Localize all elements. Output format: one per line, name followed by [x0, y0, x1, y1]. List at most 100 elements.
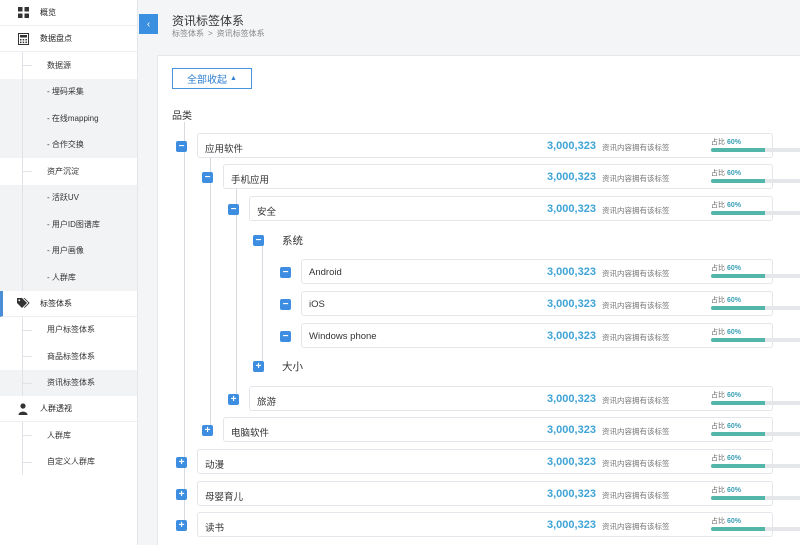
- tag-percent: 占比 60%: [711, 516, 741, 526]
- calculator-icon: [16, 32, 30, 46]
- tag-tree-card: 全部收起 ▲ 品类 − 应用软件 3,000,323 资讯内容拥有该标签 占比 60% − 手…: [157, 55, 800, 545]
- sidebar-item-crowd-sub[interactable]: - 人群库: [0, 264, 137, 291]
- collapse-all-label: 全部收起: [187, 75, 228, 86]
- sidebar-label: - 用户画像: [47, 246, 84, 256]
- sidebar-item-custom-crowd[interactable]: 自定义人群库: [0, 448, 137, 475]
- plus-icon[interactable]: +: [176, 489, 187, 500]
- percent-value: 60%: [726, 139, 741, 146]
- minus-icon[interactable]: −: [280, 267, 291, 278]
- sidebar-label: 人群库: [47, 430, 71, 440]
- sidebar: 概览 数据盘点 数据源 - 埋码采集 - 在线mapping - 合作交换 资产…: [0, 0, 138, 545]
- sidebar-item-cooperation[interactable]: - 合作交换: [0, 131, 137, 158]
- sidebar-label: 概览: [40, 8, 56, 17]
- tag-name: 应用软件: [205, 144, 244, 155]
- minus-icon[interactable]: −: [228, 204, 239, 215]
- plus-icon[interactable]: +: [202, 425, 213, 436]
- tags-icon: [16, 296, 30, 310]
- sidebar-item-online-mapping[interactable]: - 在线mapping: [0, 105, 137, 132]
- percent-value: 60%: [726, 170, 741, 177]
- tag-name: 系统: [282, 235, 303, 247]
- sidebar-item-data-inventory[interactable]: 数据盘点: [0, 26, 137, 52]
- tag-percent: 占比 60%: [711, 137, 741, 147]
- percent-prefix: 占比: [711, 329, 725, 336]
- sidebar-item-asset[interactable]: 资产沉淀: [0, 158, 137, 185]
- tag-row[interactable]: + 母婴育儿 3,000,323 资讯内容拥有该标签 占比 60%: [176, 481, 800, 506]
- sidebar-item-info-tag[interactable]: 资讯标签体系: [0, 369, 137, 396]
- back-button[interactable]: ‹: [139, 14, 158, 34]
- percent-bar-fill: [711, 496, 765, 500]
- percent-bar-fill: [711, 432, 765, 436]
- tag-name: Android: [309, 267, 342, 278]
- sidebar-item-user-tag[interactable]: 用户标签体系: [0, 316, 137, 343]
- percent-value: 60%: [726, 455, 741, 462]
- sidebar-item-tag-system[interactable]: 标签体系: [0, 290, 137, 317]
- tag-row[interactable]: + 动漫 3,000,323 资讯内容拥有该标签 占比 60%: [176, 449, 800, 474]
- percent-prefix: 占比: [711, 392, 725, 399]
- tag-count-label: 资讯内容拥有该标签: [602, 427, 670, 436]
- sidebar-label: 用户标签体系: [47, 325, 95, 335]
- tag-percent: 占比 60%: [711, 453, 741, 463]
- tag-row[interactable]: − 应用软件 3,000,323 资讯内容拥有该标签 占比 60%: [176, 133, 800, 158]
- percent-bar: [711, 338, 800, 342]
- percent-bar-fill: [711, 179, 765, 183]
- tag-row[interactable]: − Android 3,000,323 资讯内容拥有该标签 占比 60%: [280, 259, 800, 284]
- tag-row[interactable]: + 旅游 3,000,323 资讯内容拥有该标签 占比 60%: [228, 386, 800, 411]
- tag-row[interactable]: − Windows phone 3,000,323 资讯内容拥有该标签 占比 60%: [280, 323, 800, 348]
- percent-prefix: 占比: [711, 455, 725, 462]
- percent-prefix: 占比: [711, 265, 725, 272]
- percent-value: 60%: [726, 518, 741, 525]
- percent-bar-fill: [711, 148, 765, 152]
- sidebar-item-data-source[interactable]: 数据源: [0, 52, 137, 79]
- tag-row[interactable]: − iOS 3,000,323 资讯内容拥有该标签 占比 60%: [280, 291, 800, 316]
- tag-name: 动漫: [205, 460, 225, 471]
- minus-icon[interactable]: −: [176, 141, 187, 152]
- plus-icon[interactable]: +: [253, 361, 264, 372]
- sidebar-item-code-collect[interactable]: - 埋码采集: [0, 78, 137, 105]
- percent-prefix: 占比: [711, 487, 725, 494]
- sidebar-item-overview[interactable]: 概览: [0, 0, 137, 26]
- breadcrumb-item[interactable]: 标签体系: [172, 29, 204, 38]
- tag-percent: 占比 60%: [711, 485, 741, 495]
- sidebar-label: 数据盘点: [40, 34, 72, 43]
- tag-count: 3,000,323: [547, 424, 596, 436]
- plus-icon[interactable]: +: [176, 457, 187, 468]
- tree-line: [210, 151, 211, 431]
- tag-row[interactable]: + 读书 3,000,323 资讯内容拥有该标签 占比 60%: [176, 512, 800, 537]
- sidebar-label: 商品标签体系: [47, 351, 95, 361]
- sidebar-item-crowd-lib[interactable]: 人群库: [0, 422, 137, 449]
- percent-prefix: 占比: [711, 297, 725, 304]
- percent-bar-fill: [711, 211, 765, 215]
- sidebar-item-product-tag[interactable]: 商品标签体系: [0, 343, 137, 370]
- sidebar-item-active-uv[interactable]: - 活跃UV: [0, 184, 137, 211]
- tag-row[interactable]: − 系统: [253, 228, 773, 253]
- sidebar-label: 资讯标签体系: [47, 378, 95, 388]
- sidebar-item-user-portrait[interactable]: - 用户画像: [0, 237, 137, 264]
- breadcrumb-separator: >: [208, 29, 213, 38]
- sidebar-label: 自定义人群库: [47, 457, 95, 467]
- tag-row[interactable]: − 安全 3,000,323 资讯内容拥有该标签 占比 60%: [228, 196, 800, 221]
- sidebar-label: - 人群库: [47, 272, 76, 282]
- percent-value: 60%: [726, 297, 741, 304]
- plus-icon[interactable]: +: [176, 520, 187, 531]
- tag-row[interactable]: − 手机应用 3,000,323 资讯内容拥有该标签 占比 60%: [202, 164, 800, 189]
- sidebar-label: 人群透视: [40, 404, 72, 413]
- collapse-all-button[interactable]: 全部收起 ▲: [172, 68, 252, 89]
- percent-value: 60%: [726, 329, 741, 336]
- sidebar-item-crowd-insight[interactable]: 人群透视: [0, 396, 137, 422]
- percent-bar: [711, 274, 800, 278]
- percent-prefix: 占比: [711, 170, 725, 177]
- percent-bar: [711, 432, 800, 436]
- minus-icon[interactable]: −: [202, 172, 213, 183]
- tag-row[interactable]: + 电脑软件 3,000,323 资讯内容拥有该标签 占比 60%: [202, 417, 800, 442]
- tag-percent: 占比 60%: [711, 327, 741, 337]
- sidebar-item-user-id-graph[interactable]: - 用户ID图谱库: [0, 211, 137, 238]
- tag-count: 3,000,323: [547, 266, 596, 278]
- minus-icon[interactable]: −: [280, 299, 291, 310]
- percent-value: 60%: [726, 423, 741, 430]
- tag-percent: 占比 60%: [711, 421, 741, 431]
- tag-count-label: 资讯内容拥有该标签: [602, 301, 670, 310]
- minus-icon[interactable]: −: [253, 235, 264, 246]
- plus-icon[interactable]: +: [228, 394, 239, 405]
- tag-row[interactable]: + 大小: [253, 354, 773, 379]
- minus-icon[interactable]: −: [280, 331, 291, 342]
